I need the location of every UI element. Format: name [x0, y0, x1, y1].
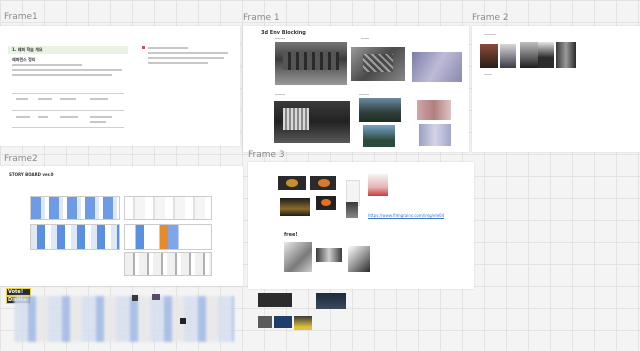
doc-title: 1. 레퍼 학습 개요 — [12, 47, 43, 52]
frame-2-storyboard[interactable]: STORY BOARD ver.0 — [0, 166, 243, 286]
storyboard-strip[interactable] — [124, 224, 212, 250]
photo[interactable] — [346, 202, 358, 218]
loose-thumbnail[interactable] — [132, 295, 138, 301]
frame-title: 3d Env Blocking — [261, 30, 306, 36]
loose-photo[interactable] — [294, 316, 312, 330]
section-subtitle: free! — [284, 232, 298, 238]
frame-1-left[interactable]: 1. 레퍼 학습 개요 레퍼런스 정리 — [0, 26, 240, 146]
frame-label[interactable]: Frame 1 — [243, 13, 280, 23]
frame-label[interactable]: Frame2 — [4, 154, 38, 164]
doc-heading: 레퍼런스 정리 — [12, 57, 36, 62]
frame-label[interactable]: Frame1 — [4, 12, 38, 22]
reference-link[interactable]: https://www.filmgrains.com/img/ele04 — [368, 213, 444, 218]
text-line — [148, 62, 208, 64]
storyboard-strip[interactable] — [124, 252, 212, 276]
storyboard-strip[interactable] — [124, 196, 212, 220]
render-image[interactable] — [419, 124, 451, 146]
vote-tag[interactable]: Vote! — [6, 288, 32, 296]
render-image[interactable] — [412, 52, 462, 82]
text-line — [148, 57, 224, 59]
photo[interactable] — [538, 42, 554, 68]
loose-photo[interactable] — [316, 293, 346, 309]
loose-thumbnail[interactable] — [152, 294, 160, 300]
frame-2-right[interactable] — [472, 26, 640, 152]
loose-photo[interactable] — [258, 316, 272, 328]
photo[interactable] — [280, 198, 310, 216]
text-line — [148, 47, 188, 49]
render-image[interactable] — [363, 125, 395, 147]
frame-label[interactable]: Frame 3 — [248, 150, 285, 160]
text-line — [12, 69, 122, 71]
whiteboard-canvas[interactable]: { "frames": { "frame1_left": { "label": … — [0, 0, 640, 351]
bullet-dot — [142, 46, 145, 49]
photo[interactable] — [480, 44, 498, 68]
loose-photo[interactable] — [258, 293, 292, 307]
storyboard-strip[interactable] — [30, 196, 120, 220]
loose-thumbnail[interactable] — [180, 318, 186, 324]
photo[interactable] — [348, 246, 370, 272]
photo[interactable] — [500, 44, 516, 68]
storyboard-title: STORY BOARD ver.0 — [9, 172, 54, 177]
frame-3[interactable]: https://www.filmgrains.com/img/ele04 fre… — [248, 162, 474, 289]
photo[interactable] — [556, 42, 576, 68]
photo[interactable] — [284, 242, 312, 272]
text-line — [12, 64, 82, 66]
render-image[interactable] — [359, 98, 401, 122]
text-line — [12, 74, 112, 76]
photo[interactable] — [316, 248, 342, 262]
text-line — [148, 52, 228, 54]
render-image[interactable] — [417, 100, 451, 120]
frame-1-center[interactable]: 3d Env Blocking — [243, 26, 469, 152]
photo[interactable] — [368, 174, 388, 196]
frame-label[interactable]: Frame 2 — [472, 13, 509, 23]
blurred-storyboard-strip[interactable] — [14, 296, 234, 342]
loose-photo[interactable] — [274, 316, 292, 328]
photo[interactable] — [520, 42, 538, 68]
storyboard-strip[interactable] — [30, 224, 120, 250]
